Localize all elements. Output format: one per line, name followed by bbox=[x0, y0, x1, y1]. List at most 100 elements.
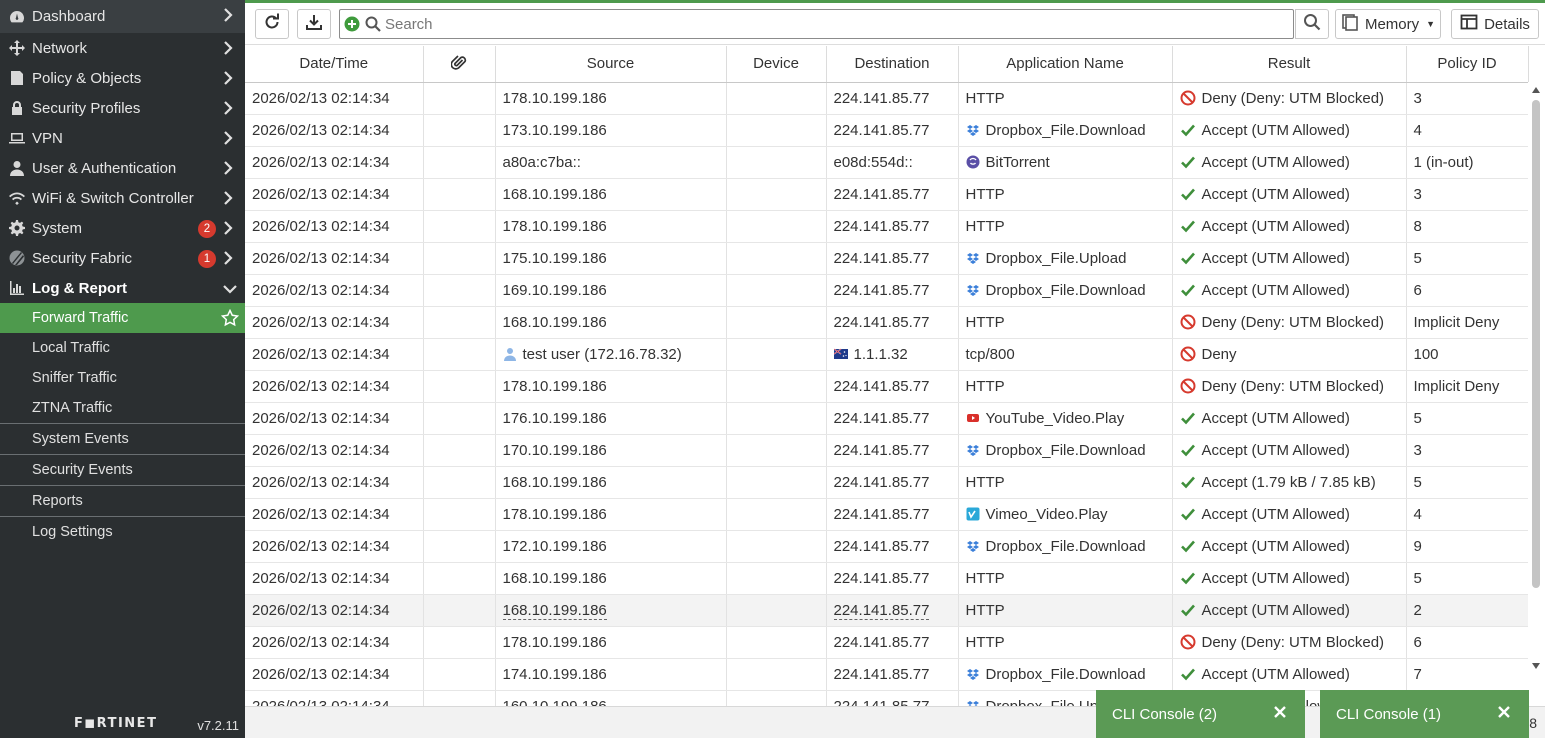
table-row[interactable]: 2026/02/13 02:14:34 168.10.199.186 224.141… bbox=[245, 466, 1529, 499]
memory-dropdown[interactable]: Memory ▼ bbox=[1335, 9, 1441, 39]
sidebar-item-vpn[interactable]: VPN bbox=[0, 123, 245, 153]
sidebar-item-label: Local Traffic bbox=[32, 340, 110, 356]
network-icon bbox=[8, 39, 26, 57]
cell-datetime: 2026/02/13 02:14:34 bbox=[245, 466, 424, 499]
check-icon bbox=[1180, 572, 1195, 584]
table-row[interactable]: 2026/02/13 02:14:34 169.10.199.186 224.141… bbox=[245, 274, 1529, 307]
table-row[interactable]: 2026/02/13 02:14:34 168.10.199.186 224.141… bbox=[245, 306, 1529, 339]
sidebar-item-security-fabric[interactable]: Security Fabric 1 bbox=[0, 243, 245, 273]
table-row[interactable]: 2026/02/13 02:14:34 test user (172.16.78.… bbox=[245, 338, 1529, 371]
cell-datetime: 2026/02/13 02:14:34 bbox=[245, 434, 424, 467]
cell-device bbox=[726, 210, 827, 243]
column-header-source[interactable]: Source bbox=[495, 46, 727, 83]
column-header-datetime[interactable]: Date/Time bbox=[245, 46, 424, 83]
scroll-down-icon[interactable] bbox=[1531, 662, 1541, 670]
table-row[interactable]: 2026/02/13 02:14:34 173.10.199.186 224.141… bbox=[245, 114, 1529, 147]
sidebar-item-label: Dashboard bbox=[32, 8, 106, 25]
cell-result: Accept (UTM Allowed) bbox=[1172, 242, 1407, 275]
cell-application: Dropbox_File.Download bbox=[958, 658, 1173, 691]
source-value: 173.10.199.186 bbox=[502, 121, 607, 139]
table-row[interactable]: 2026/02/13 02:14:34 178.10.199.186 224.141… bbox=[245, 626, 1529, 659]
cli-console-1-tab[interactable]: CLI Console (1) bbox=[1320, 690, 1529, 738]
sidebar-item-log-settings[interactable]: Log Settings bbox=[0, 516, 245, 547]
cell-attachment bbox=[423, 370, 496, 403]
cell-device bbox=[726, 498, 827, 531]
table-row[interactable]: 2026/02/13 02:14:34 168.10.199.186 224.141… bbox=[245, 594, 1529, 627]
sidebar-item-local-traffic[interactable]: Local Traffic bbox=[0, 333, 245, 363]
sidebar-item-ztna-traffic[interactable]: ZTNA Traffic bbox=[0, 393, 245, 423]
sidebar-item-policy-objects[interactable]: Policy & Objects bbox=[0, 63, 245, 93]
application-value: Dropbox_File.Download bbox=[985, 441, 1146, 459]
vertical-scrollbar[interactable] bbox=[1528, 82, 1545, 706]
refresh-button[interactable] bbox=[255, 9, 289, 39]
sidebar-item-log-report[interactable]: Log & Report bbox=[0, 273, 245, 303]
sidebar-item-wifi-switch[interactable]: WiFi & Switch Controller bbox=[0, 183, 245, 213]
close-icon[interactable] bbox=[1273, 705, 1287, 719]
cell-policy-id: 9 bbox=[1406, 530, 1529, 563]
close-icon[interactable] bbox=[1497, 705, 1511, 719]
add-filter-icon[interactable] bbox=[344, 16, 360, 32]
column-header-device[interactable]: Device bbox=[726, 46, 827, 83]
application-value: HTTP bbox=[965, 601, 1005, 619]
table-row[interactable]: 2026/02/13 02:14:34 168.10.199.186 224.141… bbox=[245, 562, 1529, 595]
table-row[interactable]: 2026/02/13 02:14:34 176.10.199.186 224.141… bbox=[245, 402, 1529, 435]
notification-badge: 1 bbox=[198, 250, 216, 268]
sidebar-item-system[interactable]: System 2 bbox=[0, 213, 245, 243]
result-value: Accept (UTM Allowed) bbox=[1201, 121, 1350, 139]
toolbar: Memory ▼ Details bbox=[245, 3, 1545, 45]
column-header-destination[interactable]: Destination bbox=[826, 46, 959, 83]
cell-destination: 224.141.85.77 bbox=[826, 210, 959, 243]
table-row[interactable]: 2026/02/13 02:14:34 178.10.199.186 224.141… bbox=[245, 498, 1529, 531]
cell-result: Accept (UTM Allowed) bbox=[1172, 210, 1407, 243]
cell-attachment bbox=[423, 306, 496, 339]
memory-label: Memory bbox=[1364, 15, 1420, 33]
cell-attachment bbox=[423, 114, 496, 147]
column-header-policy-id[interactable]: Policy ID bbox=[1406, 46, 1529, 83]
source-value: a80a:c7ba:: bbox=[502, 153, 581, 171]
table-row[interactable]: 2026/02/13 02:14:34 170.10.199.186 224.141… bbox=[245, 434, 1529, 467]
sidebar-item-network[interactable]: Network bbox=[0, 33, 245, 63]
cell-policy-id: 8 bbox=[1406, 210, 1529, 243]
paperclip-icon bbox=[450, 55, 467, 72]
cell-policy-id: 3 bbox=[1406, 82, 1529, 115]
table-row[interactable]: 2026/02/13 02:14:34 172.10.199.186 224.141… bbox=[245, 530, 1529, 563]
table-row[interactable]: 2026/02/13 02:14:34 175.10.199.186 224.141… bbox=[245, 242, 1529, 275]
table-row[interactable]: 2026/02/13 02:14:34 174.10.199.186 224.141… bbox=[245, 658, 1529, 691]
cell-application: HTTP bbox=[958, 594, 1173, 627]
cli-console-2-tab[interactable]: CLI Console (2) bbox=[1096, 690, 1305, 738]
lock-icon bbox=[8, 99, 26, 117]
chevron-right-icon bbox=[223, 221, 235, 235]
table-row[interactable]: 2026/02/13 02:14:34 a80a:c7ba:: e08d:554d:… bbox=[245, 146, 1529, 179]
table-row[interactable]: 2026/02/13 02:14:34 178.10.199.186 224.141… bbox=[245, 370, 1529, 403]
details-button[interactable]: Details bbox=[1451, 9, 1539, 39]
cell-datetime: 2026/02/13 02:14:34 bbox=[245, 690, 424, 706]
sidebar-item-dashboard[interactable]: Dashboard bbox=[0, 0, 245, 33]
check-icon bbox=[1180, 476, 1195, 488]
cell-source: 173.10.199.186 bbox=[495, 114, 727, 147]
star-icon[interactable] bbox=[220, 308, 240, 327]
scroll-up-icon[interactable] bbox=[1531, 86, 1541, 94]
cell-attachment bbox=[423, 82, 496, 115]
column-header-attachment[interactable] bbox=[423, 46, 496, 83]
sidebar-item-security-events[interactable]: Security Events bbox=[0, 454, 245, 485]
table-row[interactable]: 2026/02/13 02:14:34 178.10.199.186 224.141… bbox=[245, 210, 1529, 243]
column-header-result[interactable]: Result bbox=[1172, 46, 1407, 83]
scrollbar-thumb[interactable] bbox=[1532, 100, 1540, 588]
cli-console-label: CLI Console (1) bbox=[1336, 705, 1442, 723]
table-row[interactable]: 2026/02/13 02:14:34 178.10.199.186 224.141… bbox=[245, 82, 1529, 115]
cell-source: 172.10.199.186 bbox=[495, 530, 727, 563]
download-button[interactable] bbox=[297, 9, 331, 39]
sidebar-item-sniffer-traffic[interactable]: Sniffer Traffic bbox=[0, 363, 245, 393]
sidebar-item-forward-traffic[interactable]: Forward Traffic bbox=[0, 303, 245, 333]
search-input[interactable] bbox=[385, 13, 1275, 35]
column-header-application-name[interactable]: Application Name bbox=[958, 46, 1173, 83]
sidebar-item-security-profiles[interactable]: Security Profiles bbox=[0, 93, 245, 123]
sidebar-item-label: Sniffer Traffic bbox=[32, 370, 117, 386]
destination-value: e08d:554d:: bbox=[833, 153, 913, 171]
sidebar-item-system-events[interactable]: System Events bbox=[0, 423, 245, 454]
search-button[interactable] bbox=[1295, 9, 1329, 39]
table-row[interactable]: 2026/02/13 02:14:34 168.10.199.186 224.141… bbox=[245, 178, 1529, 211]
cell-device bbox=[726, 690, 827, 706]
sidebar-item-user-authentication[interactable]: User & Authentication bbox=[0, 153, 245, 183]
sidebar-item-reports[interactable]: Reports bbox=[0, 485, 245, 516]
